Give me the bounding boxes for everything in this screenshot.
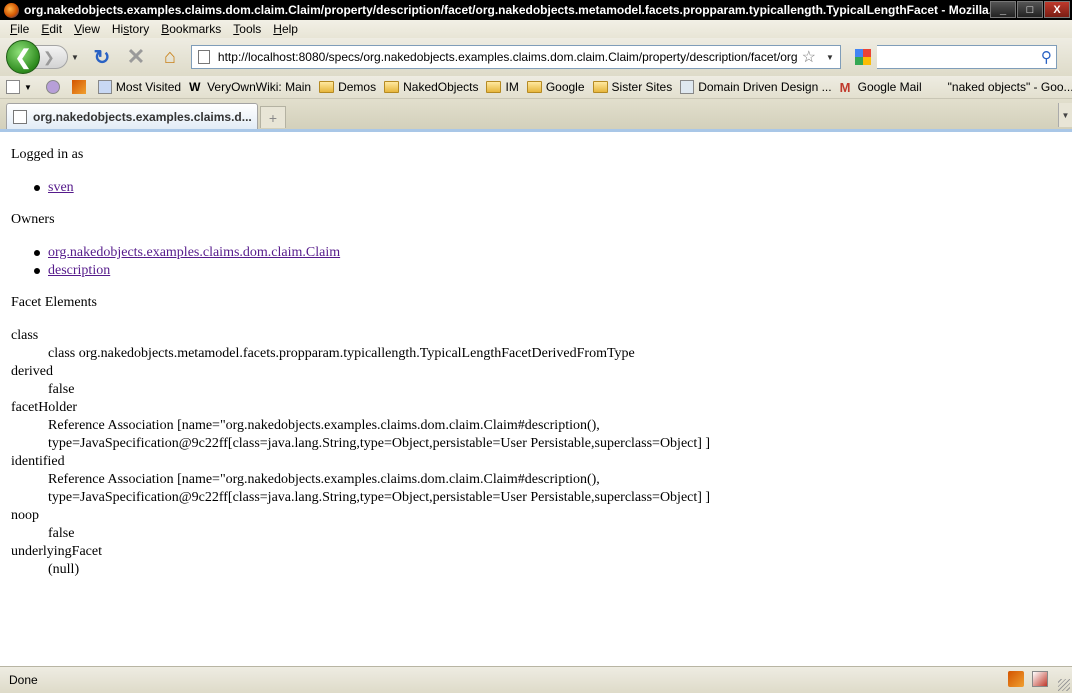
page-icon — [197, 50, 210, 64]
bookmark-veryownwiki[interactable]: W VeryOwnWiki: Main — [189, 80, 311, 94]
element-name: derived — [11, 364, 53, 379]
ddd-icon — [680, 80, 695, 94]
bookmark-item[interactable] — [71, 80, 90, 94]
bookmark-folder-im[interactable]: IM — [486, 80, 519, 94]
resize-grip-icon[interactable] — [1058, 679, 1070, 691]
bookmark-folder-sister-sites[interactable]: Sister Sites — [592, 80, 672, 94]
status-text: Done — [9, 673, 38, 687]
forward-arrow-icon: ❯ — [43, 48, 55, 65]
owners-heading: Owners — [11, 212, 55, 227]
element-value: type=JavaSpecification@9c22ff[class=java… — [48, 436, 711, 451]
address-bar[interactable]: http://localhost:8080/specs/org.nakedobj… — [190, 45, 841, 69]
window-controls: _ □ X — [990, 1, 1070, 18]
navigation-toolbar: ❮ ❯ ▼ ↻ ✕ ⌂ http://localhost:8080/specs/… — [0, 38, 1072, 76]
tab-strip: org.nakedobjects.examples.claims.d... + … — [0, 99, 1072, 132]
bookmarks-menu-button[interactable]: ▼ — [6, 80, 38, 94]
firefox-icon — [4, 2, 19, 18]
folder-icon — [486, 81, 502, 93]
bug-icon — [71, 80, 86, 94]
status-bar: Done — [0, 666, 1072, 693]
menu-help[interactable]: Help — [267, 22, 304, 36]
code-icon — [45, 80, 60, 94]
element-value: Reference Association [name="org.nakedob… — [48, 418, 600, 433]
firebug-icon[interactable] — [1008, 671, 1024, 687]
list-bullet — [34, 185, 40, 191]
menu-edit[interactable]: Edit — [35, 22, 68, 36]
bookmark-star-icon[interactable]: ☆ — [802, 47, 816, 67]
owner-link-claim[interactable]: org.nakedobjects.examples.claims.dom.cla… — [48, 244, 340, 262]
back-arrow-icon: ❮ — [14, 46, 32, 69]
menu-file[interactable]: File — [4, 22, 35, 36]
folder-icon — [526, 81, 542, 93]
search-input[interactable]: ⚲ — [876, 45, 1057, 69]
browser-chrome: File Edit View History Bookmarks Tools H… — [0, 20, 1072, 132]
element-name: underlyingFacet — [11, 544, 102, 559]
back-button[interactable]: ❮ — [6, 40, 40, 74]
wiki-icon: W — [189, 80, 201, 94]
minimize-button[interactable]: _ — [990, 1, 1016, 18]
bookmarks-list-icon — [6, 80, 20, 94]
bookmark-folder-google[interactable]: Google — [526, 80, 585, 94]
new-tab-button[interactable]: + — [260, 106, 286, 128]
element-name: class — [11, 328, 39, 343]
logged-in-heading: Logged in as — [11, 147, 84, 162]
element-name: noop — [11, 508, 39, 523]
list-bullet — [34, 268, 40, 274]
folder-icon — [384, 81, 400, 93]
owner-link-description[interactable]: description — [48, 262, 110, 280]
tab-active[interactable]: org.nakedobjects.examples.claims.d... — [6, 103, 258, 129]
bookmark-most-visited[interactable]: Most Visited — [97, 80, 181, 94]
menu-history[interactable]: History — [106, 22, 155, 36]
search-engine-selector[interactable] — [849, 45, 877, 69]
bookmark-domain-driven-design[interactable]: Domain Driven Design ... — [680, 80, 832, 94]
element-value: class org.nakedobjects.metamodel.facets.… — [48, 346, 635, 361]
google-icon — [854, 49, 871, 65]
element-value: false — [48, 526, 75, 541]
title-bar: org.nakedobjects.examples.claims.dom.cla… — [0, 0, 1072, 20]
url-text[interactable]: http://localhost:8080/specs/org.nakedobj… — [218, 50, 798, 64]
folder-icon — [592, 81, 608, 93]
stop-icon[interactable]: ✕ — [124, 44, 148, 69]
maximize-button[interactable]: □ — [1017, 1, 1043, 18]
bookmark-naked-objects-search[interactable]: "naked objects" - Goo... — [930, 80, 1072, 94]
menu-bookmarks[interactable]: Bookmarks — [155, 22, 227, 36]
addon-icon[interactable] — [1032, 671, 1048, 687]
tab-title: org.nakedobjects.examples.claims.d... — [33, 109, 252, 124]
element-value: type=JavaSpecification@9c22ff[class=java… — [48, 490, 711, 505]
element-value: (null) — [48, 562, 80, 577]
element-name: facetHolder — [11, 400, 78, 415]
list-bullet — [34, 250, 40, 256]
bookmark-item[interactable] — [45, 80, 64, 94]
folder-icon — [319, 81, 335, 93]
facet-elements-heading: Facet Elements — [11, 295, 97, 310]
element-name: identified — [11, 454, 65, 469]
bookmark-folder-nakedobjects[interactable]: NakedObjects — [384, 80, 478, 94]
bookmarks-toolbar: ▼ Most Visited W VeryOwnWiki: Main Demos … — [0, 76, 1072, 99]
history-dropdown-icon[interactable]: ▼ — [71, 53, 79, 62]
bookmark-folder-demos[interactable]: Demos — [319, 80, 376, 94]
search-icon[interactable]: ⚲ — [1041, 48, 1052, 66]
close-button[interactable]: X — [1044, 1, 1070, 18]
window-title: org.nakedobjects.examples.claims.dom.cla… — [24, 3, 999, 17]
menu-bar: File Edit View History Bookmarks Tools H… — [0, 20, 1072, 38]
menu-tools[interactable]: Tools — [227, 22, 267, 36]
element-value: false — [48, 382, 75, 397]
google-icon — [930, 80, 944, 94]
element-value: Reference Association [name="org.nakedob… — [48, 472, 600, 487]
menu-view[interactable]: View — [68, 22, 106, 36]
tab-list-dropdown-icon[interactable]: ▼ — [1058, 103, 1072, 127]
most-visited-icon — [97, 80, 112, 94]
status-icons — [1008, 671, 1048, 687]
page-icon — [13, 109, 27, 124]
page-content: Logged in as sven Owners org.nakedobject… — [0, 132, 1072, 666]
home-icon[interactable]: ⌂ — [158, 45, 182, 69]
gmail-icon: M — [839, 80, 851, 95]
url-dropdown-icon[interactable]: ▼ — [826, 53, 834, 62]
user-link[interactable]: sven — [48, 179, 74, 197]
bookmark-google-mail[interactable]: M Google Mail — [839, 80, 922, 95]
reload-icon[interactable]: ↻ — [90, 45, 114, 69]
